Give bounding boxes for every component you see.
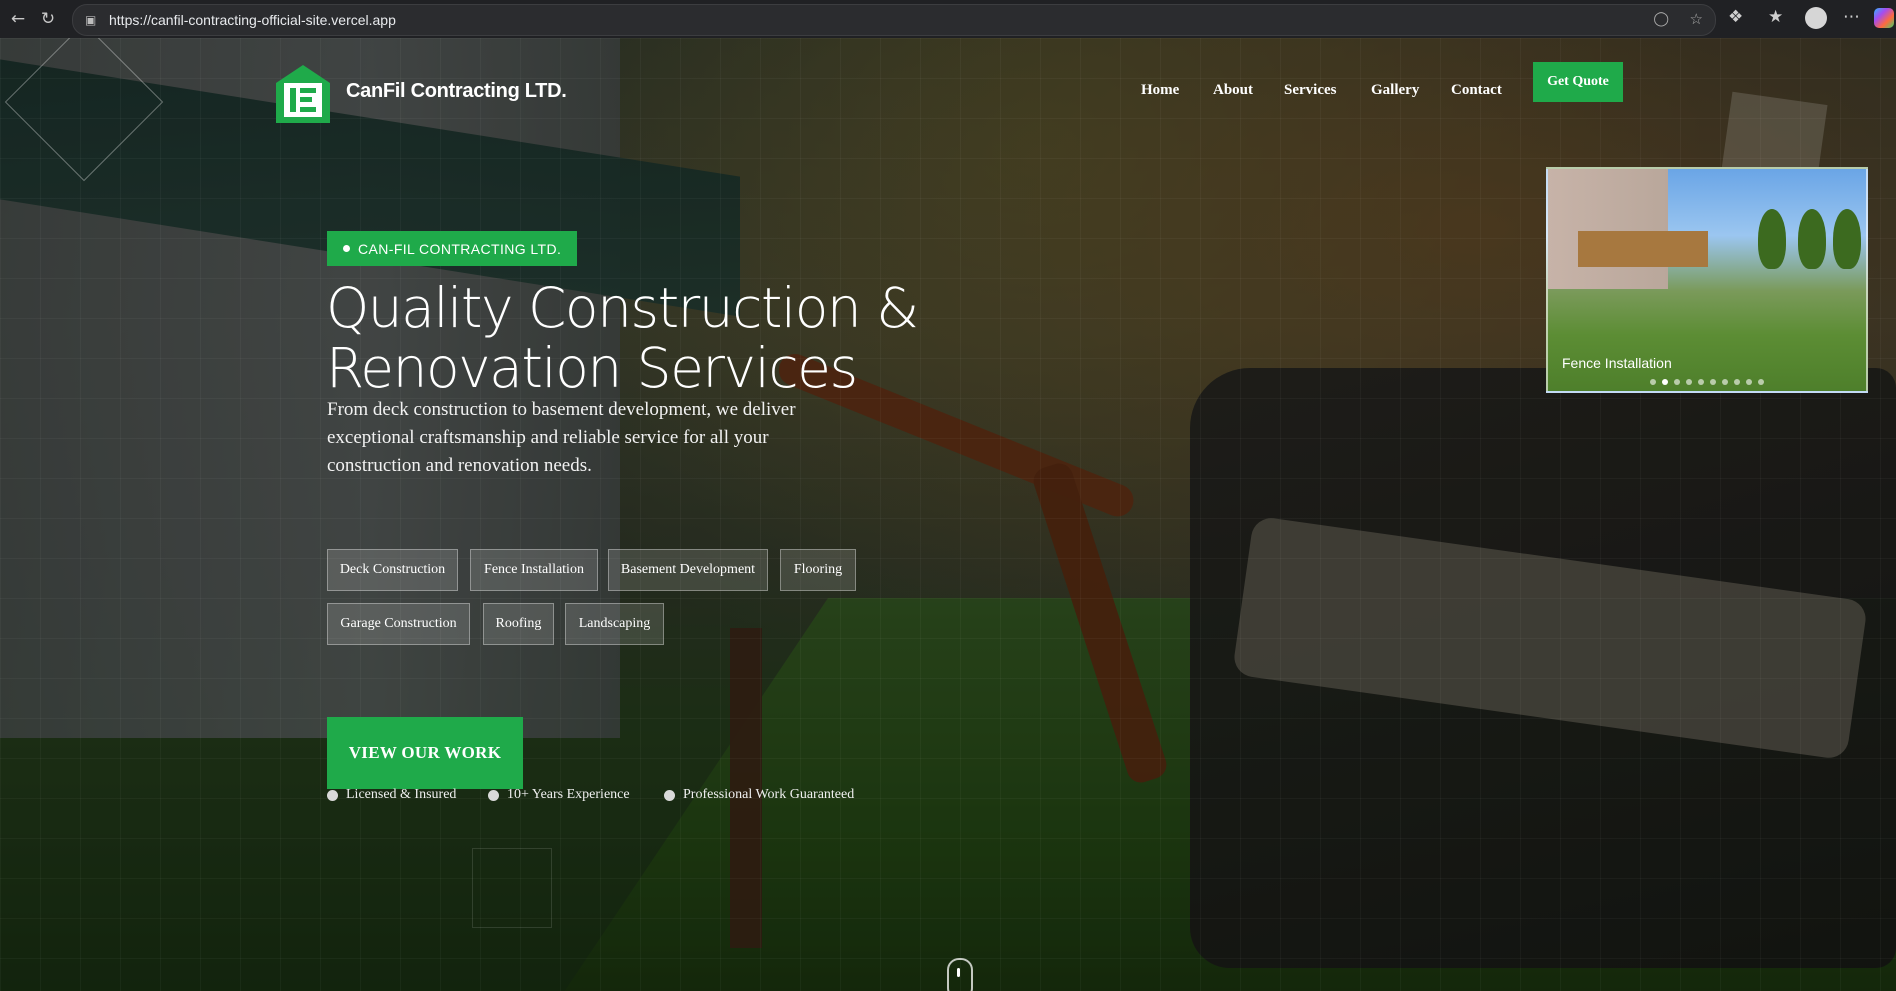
brand-logo-icon[interactable] (274, 63, 332, 125)
slide-dot[interactable] (1722, 379, 1728, 385)
reload-icon[interactable]: ↻ (36, 7, 60, 31)
decorative-outline-square (472, 848, 552, 928)
extensions-icon[interactable]: ❖ (1728, 7, 1743, 27)
slide-dot[interactable] (1674, 379, 1680, 385)
tag-dot-icon (343, 245, 350, 252)
company-tag: CAN-FIL CONTRACTING LTD. (327, 231, 578, 266)
lock-icon: ▣ (85, 13, 97, 27)
service-pill-garage-construction[interactable]: Garage Construction (327, 603, 470, 645)
feature-bullet-icon (488, 789, 499, 801)
slide-dot[interactable] (1686, 379, 1692, 385)
feature-label: 10+ Years Experience (507, 787, 630, 802)
feature-label: Professional Work Guaranteed (683, 787, 855, 802)
gallery-caption: Fence Installation (1562, 355, 1672, 371)
service-pill-deck-construction[interactable]: Deck Construction (327, 549, 458, 591)
service-pill-landscaping[interactable]: Landscaping (565, 603, 664, 645)
copilot-icon[interactable] (1874, 8, 1894, 28)
hero-title-line2: Renovation Services (326, 336, 858, 400)
profile-avatar[interactable] (1805, 7, 1827, 29)
company-tag-label: CAN-FIL CONTRACTING LTD. (358, 240, 562, 257)
get-quote-button[interactable]: Get Quote (1533, 62, 1623, 102)
service-pill-roofing[interactable]: Roofing (483, 603, 554, 645)
brand-name[interactable]: CanFil Contracting LTD. (346, 80, 567, 103)
nav-gallery[interactable]: Gallery (1371, 82, 1419, 99)
hero-description: From deck construction to basement devel… (327, 399, 796, 476)
hero-title: Quality Construction & Renovation Servic… (326, 278, 1026, 398)
favorite-star-icon[interactable]: ☆ (1690, 10, 1703, 28)
feature-label: Licensed & Insured (346, 787, 457, 802)
slide-dot[interactable] (1758, 379, 1764, 385)
feature-guarantee: Professional Work Guaranteed (664, 787, 854, 803)
slide-dot[interactable] (1746, 379, 1752, 385)
slide-dot-active[interactable] (1662, 379, 1668, 385)
hero-section: CanFil Contracting LTD. Home About Servi… (0, 38, 1896, 991)
service-pill-flooring[interactable]: Flooring (780, 549, 856, 591)
service-pill-basement-development[interactable]: Basement Development (608, 549, 768, 591)
nav-about[interactable]: About (1213, 82, 1253, 99)
slide-dot[interactable] (1734, 379, 1740, 385)
address-bar[interactable]: ▣ https://canfil-contracting-official-si… (72, 4, 1716, 36)
service-pill-fence-installation[interactable]: Fence Installation (470, 549, 598, 591)
favorites-icon[interactable]: ★ (1768, 7, 1783, 27)
slide-dot[interactable] (1698, 379, 1704, 385)
scroll-indicator-icon[interactable] (947, 958, 973, 991)
gallery-preview-card[interactable]: Fence Installation (1546, 167, 1868, 393)
nav-services[interactable]: Services (1284, 82, 1336, 99)
nav-home[interactable]: Home (1141, 82, 1179, 99)
gallery-slide-dots[interactable] (1650, 379, 1770, 385)
feature-bullet-icon (664, 789, 675, 801)
view-our-work-button[interactable]: VIEW OUR WORK (327, 717, 523, 789)
address-url[interactable]: https://canfil-contracting-official-site… (109, 12, 396, 28)
reader-icon[interactable]: ◯ (1653, 11, 1669, 27)
feature-bullet-icon (327, 789, 338, 801)
nav-contact[interactable]: Contact (1451, 82, 1502, 99)
more-menu-icon[interactable]: ⋯ (1843, 7, 1860, 27)
back-icon[interactable]: ← (6, 7, 30, 31)
feature-licensed: Licensed & Insured (327, 787, 456, 803)
slide-dot[interactable] (1710, 379, 1716, 385)
slide-dot[interactable] (1650, 379, 1656, 385)
gallery-image (1548, 169, 1668, 289)
feature-experience: 10+ Years Experience (488, 787, 630, 803)
browser-toolbar: ← ↻ ▣ https://canfil-contracting-officia… (0, 0, 1896, 38)
hero-title-line1: Quality Construction & (326, 276, 919, 340)
